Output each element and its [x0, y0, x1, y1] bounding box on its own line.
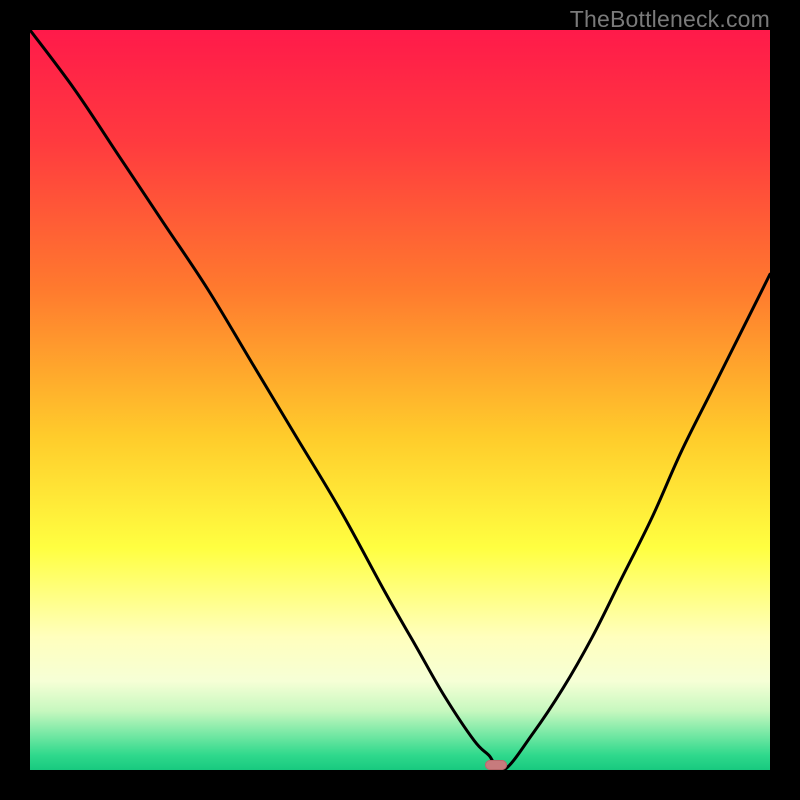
plot-area: [30, 30, 770, 770]
chart-frame: TheBottleneck.com: [0, 0, 800, 800]
curve-layer: [30, 30, 770, 770]
watermark-text: TheBottleneck.com: [570, 6, 770, 33]
optimum-marker: [485, 760, 507, 770]
bottleneck-curve: [30, 30, 770, 770]
